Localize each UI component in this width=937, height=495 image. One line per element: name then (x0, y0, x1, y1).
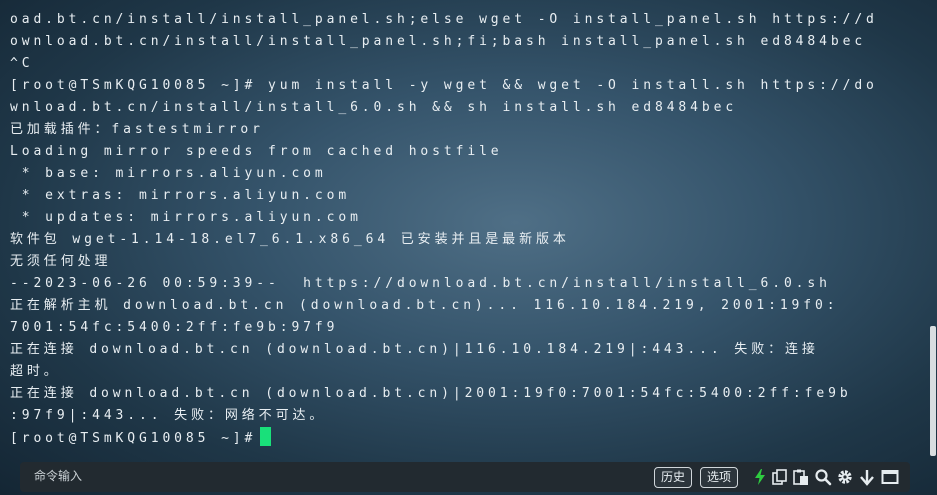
terminal-line: * base: mirrors.aliyun.com (10, 166, 327, 181)
terminal-line: * updates: mirrors.aliyun.com (10, 210, 362, 225)
options-button[interactable]: 选项 (700, 467, 739, 488)
terminal-line: [root@TSmKQG10085 ~]# yum install -y wge… (10, 78, 878, 93)
vertical-scrollbar[interactable] (929, 0, 937, 460)
terminal-line: ownload.bt.cn/install/install_panel.sh;f… (10, 34, 867, 49)
terminal-line: * extras: mirrors.aliyun.com (10, 188, 351, 203)
terminal-line: 正在解析主机 download.bt.cn (download.bt.cn)..… (10, 298, 839, 313)
search-icon[interactable] (814, 468, 832, 486)
paste-icon[interactable] (792, 468, 810, 486)
window-icon[interactable] (881, 468, 899, 486)
lightning-icon[interactable] (751, 468, 769, 486)
terminal-line: oad.bt.cn/install/install_panel.sh;else … (10, 12, 878, 27)
download-arrow-icon[interactable] (858, 468, 876, 486)
scrollbar-thumb[interactable] (930, 326, 936, 456)
copy-icon[interactable] (771, 468, 789, 486)
terminal-line: wnload.bt.cn/install/install_6.0.sh && s… (10, 100, 738, 115)
shell-prompt: [root@TSmKQG10085 ~]# (10, 431, 257, 446)
terminal-cursor (260, 427, 272, 446)
terminal-line: 超时。 (10, 364, 61, 379)
terminal-line: 正在连接 download.bt.cn (download.bt.cn)|200… (10, 386, 852, 401)
terminal-output[interactable]: oad.bt.cn/install/install_panel.sh;else … (10, 9, 910, 457)
terminal-line: 7001:54fc:5400:2ff:fe9b:97f9 (10, 320, 339, 335)
terminal-line: --2023-06-26 00:59:39-- https://download… (10, 276, 831, 291)
command-input[interactable]: 命令输入 (34, 468, 82, 485)
terminal-line: Loading mirror speeds from cached hostfi… (10, 144, 503, 159)
terminal-line: 软件包 wget-1.14-18.el7_6.1.x86_64 已安装并且是最新… (10, 232, 570, 247)
terminal-line: 无须任何处理 (10, 254, 112, 269)
command-bar: 命令输入 历史 选项 (20, 462, 910, 492)
terminal-line: 已加载插件：fastestmirror (10, 122, 264, 137)
gear-icon[interactable] (836, 468, 854, 486)
terminal-line: 正在连接 download.bt.cn (download.bt.cn)|116… (10, 342, 819, 357)
terminal-line: ^C (10, 56, 34, 71)
prompt-line: [root@TSmKQG10085 ~]# (10, 427, 910, 449)
history-button[interactable]: 历史 (654, 467, 693, 488)
terminal-line: :97f9|:443... 失败：网络不可达。 (10, 408, 327, 423)
